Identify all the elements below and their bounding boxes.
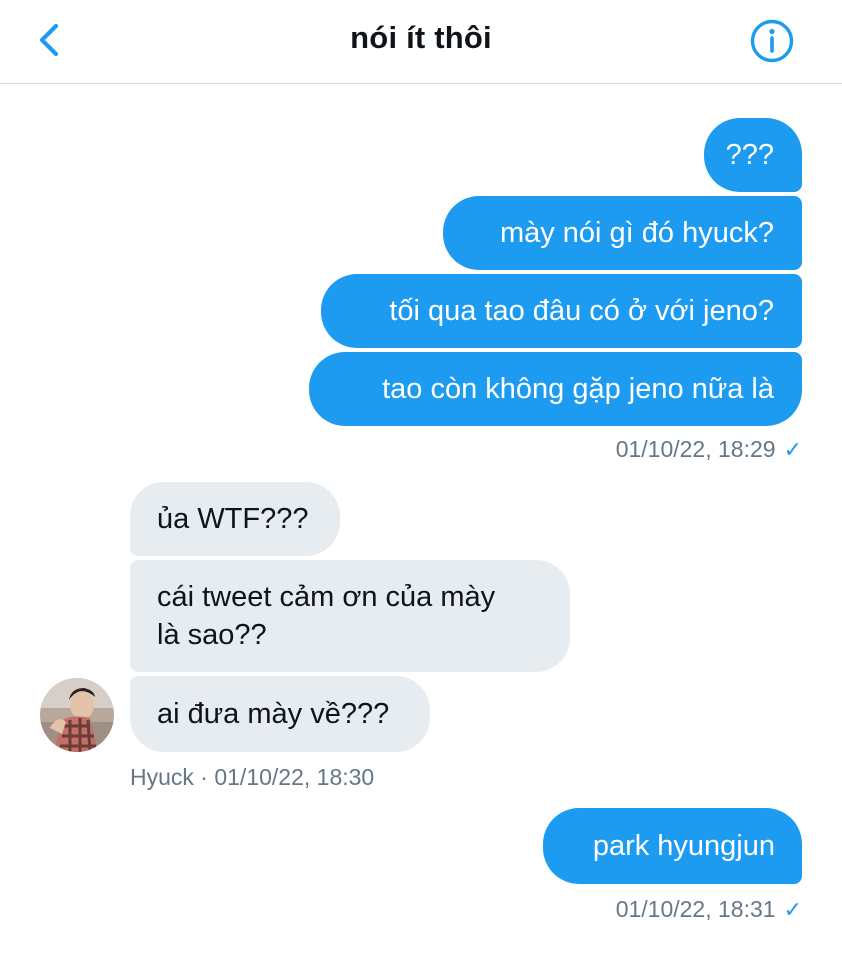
message-timestamp: 01/10/22, 18:29 ✓	[615, 436, 802, 462]
message-timestamp: 01/10/22, 18:31 ✓	[615, 896, 802, 922]
message-text: ???	[725, 139, 774, 171]
conversation-header: nói ít thôi	[0, 0, 842, 84]
outgoing-message[interactable]: tối qua tao đâu có ở với jeno?	[321, 274, 802, 348]
check-icon: ✓	[783, 437, 802, 462]
avatar[interactable]	[40, 678, 114, 752]
message-text: tối qua tao đâu có ở với jeno?	[389, 295, 774, 327]
message-text: ai đưa mày về???	[157, 698, 390, 730]
check-icon: ✓	[783, 897, 802, 922]
message-text: mày nói gì đó hyuck?	[499, 217, 774, 249]
incoming-message[interactable]: ai đưa mày về???	[130, 676, 430, 752]
message-text-line: cái tweet cảm ơn của mày	[157, 581, 496, 613]
outgoing-message[interactable]: tao còn không gặp jeno nữa là	[309, 352, 802, 426]
info-button[interactable]	[749, 18, 795, 64]
info-circle-icon	[750, 19, 794, 63]
incoming-message[interactable]: ủa WTF???	[130, 482, 340, 556]
message-text: tao còn không gặp jeno nữa là	[382, 373, 774, 405]
outgoing-message[interactable]: park hyungjun	[543, 808, 802, 884]
sender-meta: Hyuck · 01/10/22, 18:30	[130, 764, 375, 790]
message-text-line: là sao??	[157, 619, 267, 651]
incoming-message[interactable]: cái tweet cảm ơn của mày là sao??	[130, 560, 570, 672]
message-text: park hyungjun	[592, 830, 775, 862]
conversation-title: nói ít thôi	[350, 20, 492, 55]
outgoing-message[interactable]: ???	[704, 118, 802, 192]
outgoing-message[interactable]: mày nói gì đó hyuck?	[443, 196, 802, 270]
message-text: ủa WTF???	[157, 503, 309, 535]
